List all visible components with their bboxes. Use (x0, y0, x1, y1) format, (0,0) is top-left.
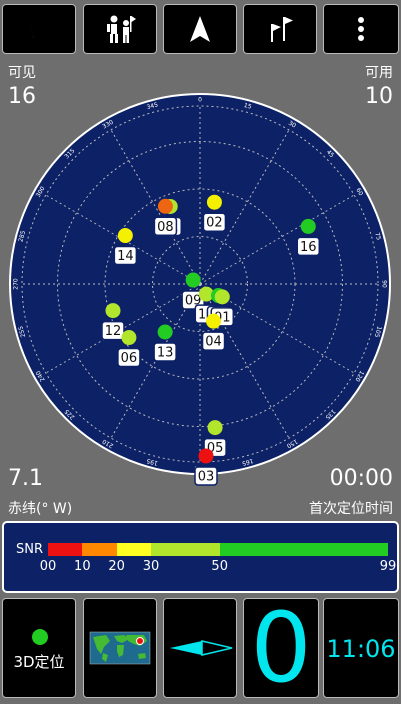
satellite-dot (206, 313, 222, 329)
satellite-dot (121, 330, 137, 346)
world-map-tile[interactable] (83, 598, 157, 698)
satellite-dot (117, 228, 133, 244)
snr-tick-label: 10 (74, 559, 91, 574)
fix-status-tile[interactable]: 3D定位 (2, 598, 76, 698)
more-vert-icon (358, 17, 364, 41)
satellite-dot (198, 448, 214, 464)
snr-label: SNR (16, 542, 44, 557)
snr-legend: SNR 00 10 20 30 50 99 (2, 521, 399, 593)
satellite-dot (300, 218, 316, 234)
fix-status-label: 3D定位 (13, 653, 65, 671)
more-options-button[interactable] (323, 4, 399, 54)
used-label: 可用 (365, 65, 393, 81)
snr-color-segment (151, 543, 220, 556)
snr-tick-label: 00 (39, 559, 57, 574)
speed-value: 0 (250, 592, 312, 704)
satellite-dot (214, 289, 230, 305)
flags-icon (271, 17, 293, 42)
speed-tile[interactable]: 0 (243, 593, 319, 703)
satellite-dot (185, 272, 201, 288)
navigation-arrow-icon (190, 16, 210, 42)
navigation-button[interactable] (163, 4, 237, 54)
azimuth-label: 0 (198, 97, 202, 104)
people-button[interactable] (83, 4, 157, 54)
satellite-prn: 04 (205, 335, 222, 350)
fix-indicator-dot (32, 629, 48, 645)
satellite-dot (157, 324, 173, 340)
compass-needle-icon (170, 640, 233, 656)
snr-tick-label: 20 (108, 559, 125, 574)
snr-color-segment (116, 543, 151, 556)
satellite-prn: 03 (198, 469, 215, 484)
satellite-prn: 08 (157, 220, 174, 235)
compass-tile[interactable] (163, 598, 237, 698)
visible-label: 可见 (8, 65, 36, 81)
declination-value: 7.1 (8, 466, 43, 491)
snr-color-segment (82, 543, 117, 556)
snr-color-segment (219, 543, 388, 556)
satellite-prn: 14 (117, 249, 134, 264)
sky-plot: 0153045607590105120135150165180195210225… (9, 93, 391, 486)
ttff-value: 00:00 (329, 466, 393, 491)
clock-value: 11:06 (326, 635, 396, 663)
satellite-dot (207, 420, 223, 436)
satellite-prn: 13 (157, 346, 174, 361)
declination-label: 赤纬(° W) (8, 501, 73, 517)
snr-color-segment (48, 543, 83, 556)
snr-tick-label: 30 (142, 559, 160, 574)
people-icon (107, 15, 136, 43)
satellite-prn: 16 (300, 240, 317, 255)
night-mode-button[interactable] (2, 4, 76, 54)
moon-icon (30, 15, 44, 42)
clock-tile[interactable]: 11:06 (323, 598, 399, 698)
ttff-label: 首次定位时间 (309, 501, 393, 517)
satellite-dot (206, 194, 222, 210)
azimuth-label: 270 (13, 278, 20, 290)
waypoint-flags-button[interactable] (243, 4, 317, 54)
satellite-prn: 06 (121, 351, 138, 366)
world-map-icon (89, 631, 151, 665)
snr-tick-label: 50 (211, 559, 228, 574)
snr-tick-label: 99 (379, 559, 397, 574)
satellite-dot (157, 198, 173, 214)
satellite-prn: 02 (206, 216, 223, 231)
satellite-prn: 12 (105, 324, 122, 339)
azimuth-label: 90 (381, 280, 388, 288)
satellite-dot (105, 303, 121, 319)
